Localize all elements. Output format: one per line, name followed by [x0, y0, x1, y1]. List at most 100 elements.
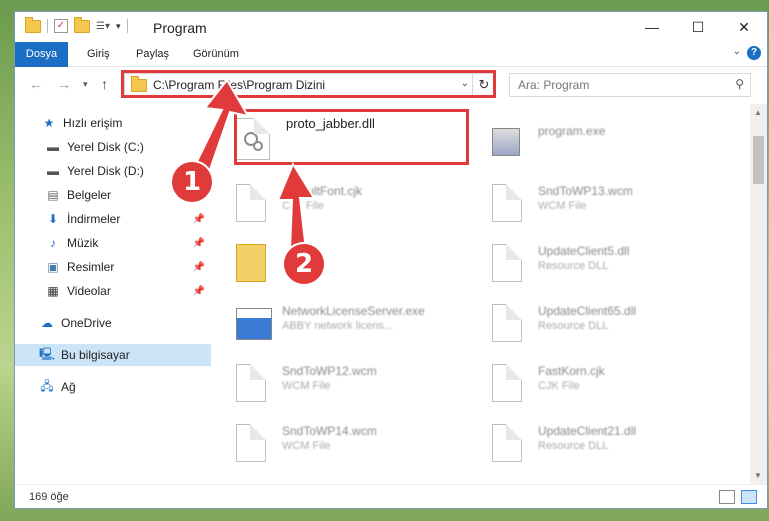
file-icon: [492, 184, 522, 222]
sidebar-item-label: Yerel Disk (D:): [67, 164, 144, 178]
file-name: program.exe: [538, 124, 606, 138]
file-type: WCM File: [282, 380, 331, 392]
minimize-button[interactable]: —: [629, 12, 675, 42]
properties-icon[interactable]: ✓: [54, 19, 68, 33]
file-icon: [492, 364, 522, 402]
file-type: Resource DLL: [538, 440, 609, 452]
file-name: SndToWP12.wcm: [282, 364, 377, 378]
file-item[interactable]: [236, 242, 486, 290]
vertical-scrollbar[interactable]: ▲ ▼: [750, 104, 767, 484]
file-item[interactable]: DefaultFont.cjk CJK File: [236, 182, 486, 230]
sidebar-item-label: Videolar: [67, 284, 111, 298]
sidebar-item-quick-access[interactable]: ★ Hızlı erişim: [15, 112, 211, 134]
navigation-pane: ★ Hızlı erişim ▬ Yerel Disk (C:) ▬ Yerel…: [15, 104, 211, 484]
file-icon: [236, 424, 266, 462]
title-bar: ✓ ☰▾ ▾ Program — ☐ ✕: [15, 12, 767, 42]
sidebar-item-onedrive[interactable]: ☁ OneDrive: [15, 312, 211, 334]
scroll-up-icon[interactable]: ▲: [754, 108, 762, 117]
file-type: WCM File: [282, 440, 331, 452]
sidebar-item-label: Resimler: [67, 260, 115, 274]
dll-file-icon: [492, 244, 522, 282]
computer-icon: 🖳: [39, 346, 56, 361]
cloud-icon: ☁: [41, 316, 53, 330]
tab-view[interactable]: Görünüm: [193, 42, 239, 66]
file-name: UpdateClient21.dll: [538, 424, 637, 438]
new-folder-icon[interactable]: [74, 16, 90, 33]
tab-share[interactable]: Paylaş: [136, 42, 169, 66]
recent-locations-icon[interactable]: ▾: [83, 79, 88, 90]
up-arrow-icon[interactable]: ↑: [101, 76, 108, 92]
view-switcher: [719, 490, 757, 504]
large-icons-view-icon[interactable]: [741, 490, 757, 504]
file-item[interactable]: SndToWP14.wcm WCM File: [236, 422, 486, 470]
divider: [47, 19, 48, 33]
sidebar-item-videos[interactable]: ▦ Videolar 📌: [15, 280, 211, 302]
file-icon: [236, 184, 266, 222]
back-arrow-icon[interactable]: ←: [29, 76, 43, 92]
help-icon[interactable]: ?: [747, 46, 761, 60]
network-icon: 🖧: [40, 378, 54, 393]
file-name: NetworkLicenseServer.exe: [282, 304, 425, 318]
star-icon: ★: [43, 116, 55, 130]
search-input[interactable]: Ara: Program: [518, 78, 589, 92]
documents-icon: ▤: [47, 188, 59, 202]
file-item[interactable]: UpdateClient65.dll Resource DLL: [492, 302, 742, 350]
quick-access-toolbar: ✓ ☰▾ ▾: [25, 16, 128, 33]
item-count: 169 öğe: [29, 491, 69, 503]
dll-file-icon: [492, 304, 522, 342]
sidebar-item-this-pc[interactable]: 🖳 Bu bilgisayar: [15, 344, 211, 366]
pin-icon[interactable]: 📌: [193, 286, 205, 297]
chevron-down-icon[interactable]: ⌄: [733, 46, 741, 57]
file-item[interactable]: NetworkLicenseServer.exe ABBY network li…: [236, 302, 486, 350]
file-name: UpdateClient5.dll: [538, 244, 630, 258]
sidebar-item-label: Belgeler: [67, 188, 112, 202]
drive-icon: ▬: [47, 140, 59, 154]
divider: [126, 19, 128, 33]
sidebar-item-label: Yerel Disk (C:): [67, 140, 144, 154]
search-icon[interactable]: ⚲: [735, 77, 744, 91]
sidebar-item-downloads[interactable]: ⬇ İndirmeler 📌: [15, 208, 211, 230]
sidebar-item-music[interactable]: ♪ Müzik 📌: [15, 232, 211, 254]
sidebar-item-network[interactable]: 🖧 Ağ: [15, 376, 211, 398]
file-item[interactable]: SndToWP12.wcm WCM File: [236, 362, 486, 410]
customize-toolbar-icon[interactable]: ☰▾: [96, 21, 110, 32]
file-type: Resource DLL: [538, 260, 609, 272]
scrollbar-thumb[interactable]: [753, 136, 764, 184]
file-type: WCM File: [538, 200, 587, 212]
maximize-button[interactable]: ☐: [675, 12, 721, 42]
sidebar-item-disk-c[interactable]: ▬ Yerel Disk (C:): [15, 136, 211, 158]
sidebar-item-label: Ağ: [61, 380, 76, 394]
exe-file-icon: [492, 128, 520, 156]
status-bar: 169 öğe: [15, 484, 767, 508]
callout-badge-2: 2: [284, 244, 324, 284]
details-view-icon[interactable]: [719, 490, 735, 504]
search-box[interactable]: Ara: Program ⚲: [509, 73, 751, 97]
file-item[interactable]: FastKorn.cjk CJK File: [492, 362, 742, 410]
forward-arrow-icon[interactable]: →: [57, 76, 71, 92]
qat-dropdown-icon[interactable]: ▾: [116, 21, 121, 32]
sidebar-item-label: Bu bilgisayar: [61, 348, 130, 362]
file-item[interactable]: program.exe: [492, 122, 742, 170]
file-item[interactable]: UpdateClient21.dll Resource DLL: [492, 422, 742, 470]
folder-icon: [25, 16, 41, 33]
file-item[interactable]: UpdateClient5.dll Resource DLL: [492, 242, 742, 290]
pin-icon[interactable]: 📌: [193, 238, 205, 249]
pin-icon[interactable]: 📌: [193, 214, 205, 225]
close-button[interactable]: ✕: [721, 12, 767, 42]
file-icon: [236, 364, 266, 402]
file-type: ABBY network licens...: [282, 320, 394, 332]
sidebar-item-pictures[interactable]: ▣ Resimler 📌: [15, 256, 211, 278]
scroll-down-icon[interactable]: ▼: [754, 471, 762, 480]
pin-icon[interactable]: 📌: [193, 262, 205, 273]
pictures-icon: ▣: [47, 260, 59, 274]
window-title: Program: [153, 20, 207, 36]
window-controls: — ☐ ✕: [629, 12, 767, 42]
file-item[interactable]: SndToWP13.wcm WCM File: [492, 182, 742, 230]
ribbon-tabs: Dosya Giriş Paylaş Görünüm ⌄ ?: [15, 42, 767, 90]
file-type: CJK File: [538, 380, 580, 392]
file-highlight-box: [234, 109, 469, 165]
dll-file-icon: [492, 424, 522, 462]
sidebar-item-label: İndirmeler: [67, 212, 121, 226]
music-icon: ♪: [50, 236, 56, 250]
tab-home[interactable]: Giriş: [87, 42, 110, 66]
